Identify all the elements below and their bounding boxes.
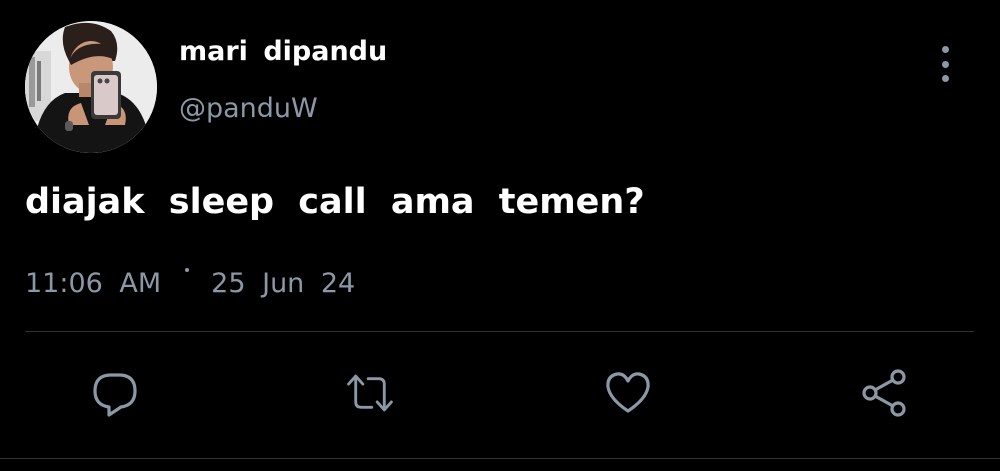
reply-button[interactable]: [90, 368, 140, 418]
retweet-icon: [347, 374, 393, 412]
tweet-date[interactable]: 25 Jun 24: [211, 268, 355, 299]
avatar[interactable]: [25, 21, 157, 153]
author-display-name[interactable]: mari dipandu: [179, 36, 387, 67]
bottom-divider: [0, 458, 1000, 459]
reply-icon: [93, 373, 137, 417]
more-vertical-icon-dot: [941, 60, 949, 68]
divider: [25, 331, 974, 332]
tweet-meta: 11:06 AM 25 Jun 24: [25, 268, 355, 299]
meta-separator: [185, 268, 190, 272]
tweet-text: diajak sleep call ama temen?: [25, 182, 645, 222]
like-button[interactable]: [603, 368, 653, 418]
share-button[interactable]: [860, 368, 910, 418]
retweet-button[interactable]: [345, 368, 395, 418]
avatar-photo: [25, 21, 157, 153]
tweet-time[interactable]: 11:06 AM: [25, 268, 161, 299]
heart-icon: [606, 372, 650, 413]
share-icon: [862, 369, 906, 417]
more-vertical-icon-dot: [941, 75, 949, 82]
author-handle[interactable]: @panduW: [179, 93, 318, 124]
more-options-button[interactable]: [930, 46, 960, 82]
more-vertical-icon: [941, 46, 949, 53]
tweet-card: mari dipandu @panduW diajak sleep call a…: [0, 0, 1000, 471]
